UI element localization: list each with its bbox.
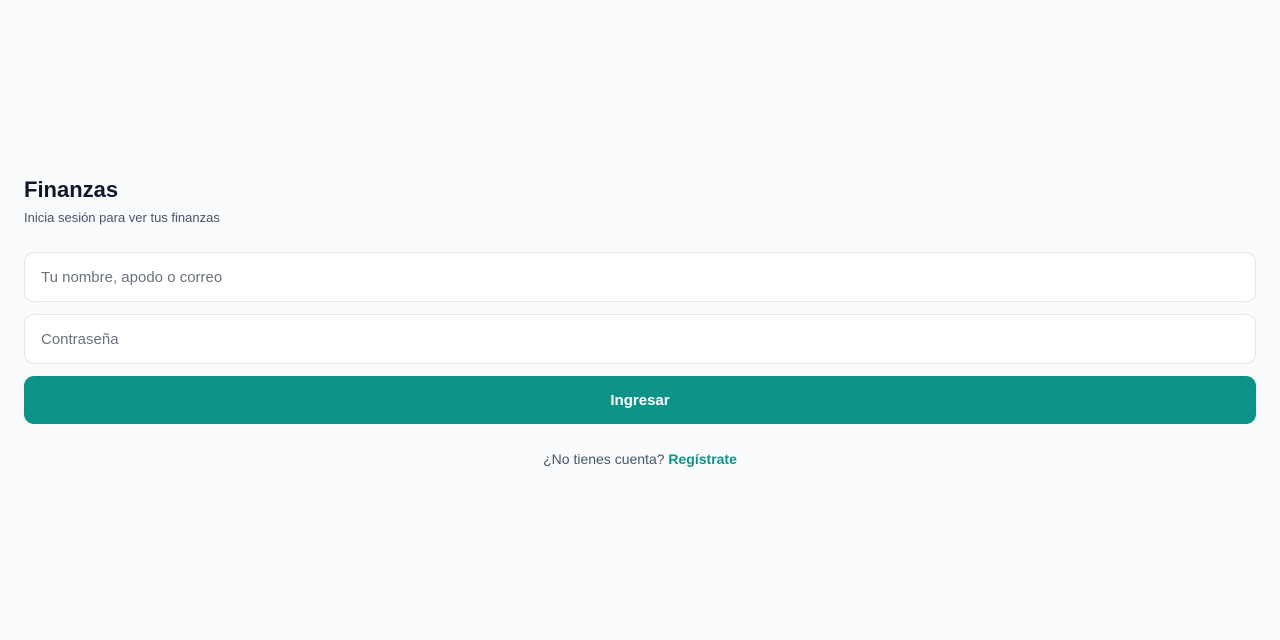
page-subtitle: Inicia sesión para ver tus finanzas	[24, 210, 220, 225]
login-page: Finanzas Inicia sesión para ver tus fina…	[0, 0, 1280, 640]
register-prompt-text: ¿No tienes cuenta?	[543, 451, 669, 467]
username-input[interactable]	[24, 252, 1256, 302]
password-input[interactable]	[24, 314, 1256, 364]
page-title: Finanzas	[24, 177, 119, 202]
login-button[interactable]: Ingresar	[24, 376, 1256, 424]
register-prompt-row: ¿No tienes cuenta? Regístrate	[24, 450, 1256, 468]
register-link[interactable]: Regístrate	[668, 451, 736, 467]
login-form: Finanzas Inicia sesión para ver tus fina…	[24, 176, 1256, 468]
